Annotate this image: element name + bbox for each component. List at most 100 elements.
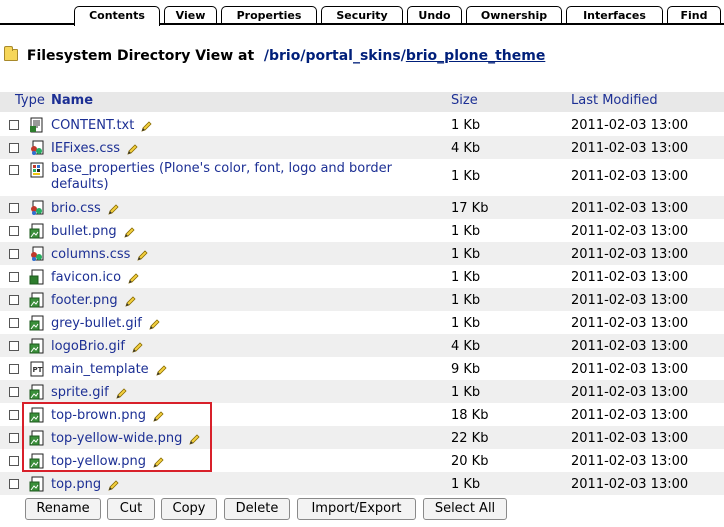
file-modified: 2011-02-03 13:00 [571,362,689,377]
pencil-icon[interactable] [124,296,136,308]
pencil-icon[interactable] [155,365,167,377]
copy-button[interactable]: Copy [161,498,217,520]
file-modified: 2011-02-03 13:00 [571,118,689,133]
breadcrumb-brio[interactable]: /brio [264,48,300,64]
row-checkbox[interactable] [9,295,19,305]
pencil-icon[interactable] [136,250,149,262]
file-name-link[interactable]: logoBrio.gif [51,339,143,355]
image-file-icon [29,384,45,400]
file-name-link[interactable]: bullet.png [51,224,135,240]
image-file-icon [29,223,45,239]
pencil-icon[interactable] [115,388,127,400]
col-name[interactable]: Name [51,93,93,108]
file-name-link[interactable]: brio.css [51,201,119,217]
file-size: 1 Kb [451,270,481,285]
file-size: 1 Kb [451,224,481,239]
file-name-link[interactable]: IEFixes.css [51,141,138,157]
breadcrumb-brio-plone-theme[interactable]: brio_plone_theme [406,48,545,64]
table-row: sprite.gif 1 Kb 2011-02-03 13:00 [0,380,724,403]
row-checkbox[interactable] [9,410,19,420]
row-checkbox[interactable] [9,341,19,351]
row-checkbox[interactable] [9,433,19,443]
row-checkbox[interactable] [9,456,19,466]
table-row: brio.css 17 Kb 2011-02-03 13:00 [0,196,724,219]
row-checkbox[interactable] [9,143,19,153]
file-size: 1 Kb [451,316,481,331]
row-checkbox[interactable] [9,272,19,282]
tab-contents[interactable]: Contents [74,6,160,26]
file-size: 4 Kb [451,339,481,354]
file-size: 1 Kb [451,385,481,400]
row-checkbox[interactable] [9,249,19,259]
file-name: logoBrio.gif [51,339,125,354]
cut-button[interactable]: Cut [107,498,155,520]
file-name-link[interactable]: top.png [51,477,119,493]
image-file-icon [29,476,45,492]
pencil-icon[interactable] [107,480,119,492]
file-name-link[interactable]: grey-bullet.gif [51,316,160,332]
col-type[interactable]: Type [15,93,45,108]
row-checkbox[interactable] [9,203,19,213]
file-size: 1 Kb [451,477,481,492]
tab-bar: Contents View Properties Security Undo O… [0,0,724,26]
file-name-link[interactable]: sprite.gif [51,385,127,401]
row-checkbox[interactable] [9,364,19,374]
table-row: base_properties (Plone's color, font, lo… [0,159,724,196]
rename-button[interactable]: Rename [25,498,101,520]
file-name-link[interactable]: main_template [51,362,167,378]
pencil-icon[interactable] [123,227,135,239]
row-checkbox[interactable] [9,226,19,236]
delete-button[interactable]: Delete [224,498,290,520]
file-name: footer.png [51,293,118,308]
page-template-icon: PT [29,361,45,377]
col-last-modified[interactable]: Last Modified [571,93,658,108]
file-name-link[interactable]: footer.png [51,293,136,309]
pencil-icon[interactable] [127,273,139,285]
table-row: favicon.ico 1 Kb 2011-02-03 13:00 [0,265,724,288]
pencil-icon[interactable] [148,319,160,331]
table-row: grey-bullet.gif 1 Kb 2011-02-03 13:00 [0,311,724,334]
file-name-link[interactable]: favicon.ico [51,270,139,286]
row-checkbox[interactable] [9,165,19,175]
table-row: bullet.png 1 Kb 2011-02-03 13:00 [0,219,724,242]
breadcrumb-portal-skins[interactable]: /portal_skins [300,48,400,64]
file-name-link[interactable]: CONTENT.txt [51,118,152,134]
row-checkbox[interactable] [9,387,19,397]
row-checkbox[interactable] [9,318,19,328]
select-all-button[interactable]: Select All [423,498,507,520]
svg-text:PT: PT [33,366,43,374]
file-name: IEFixes.css [51,141,121,156]
file-size: 17 Kb [451,201,489,216]
row-checkbox[interactable] [9,120,19,130]
file-name: sprite.gif [51,385,109,400]
page-title: Filesystem Directory View at /brio/porta… [4,46,545,70]
folder-icon [4,46,18,61]
css-file-icon [29,246,45,262]
file-modified: 2011-02-03 13:00 [571,385,689,400]
file-name-link[interactable]: columns.css [51,247,149,263]
pencil-icon[interactable] [126,144,138,156]
pencil-icon[interactable] [107,204,119,216]
file-name: CONTENT.txt [51,118,135,133]
table-header: Type Name Size Last Modified [0,92,724,112]
pencil-icon[interactable] [131,342,143,354]
file-modified: 2011-02-03 13:00 [571,454,689,469]
file-modified: 2011-02-03 13:00 [571,431,689,446]
image-file-icon [29,338,45,354]
file-name-link[interactable]: base_properties (Plone's color, font, lo… [51,161,392,193]
file-modified: 2011-02-03 13:00 [571,224,689,239]
table-row: logoBrio.gif 4 Kb 2011-02-03 13:00 [0,334,724,357]
file-modified: 2011-02-03 13:00 [571,270,689,285]
file-modified: 2011-02-03 13:00 [571,339,689,354]
pencil-icon[interactable] [140,121,152,133]
file-size: 1 Kb [451,169,481,184]
title-prefix: Filesystem Directory View at [26,48,255,64]
image-file-icon [29,315,45,331]
file-size: 22 Kb [451,431,489,446]
properties-file-icon [29,162,45,178]
file-size: 1 Kb [451,293,481,308]
file-size: 9 Kb [451,362,481,377]
import-export-button[interactable]: Import/Export [297,498,416,520]
row-checkbox[interactable] [9,479,19,489]
col-size[interactable]: Size [451,93,478,108]
